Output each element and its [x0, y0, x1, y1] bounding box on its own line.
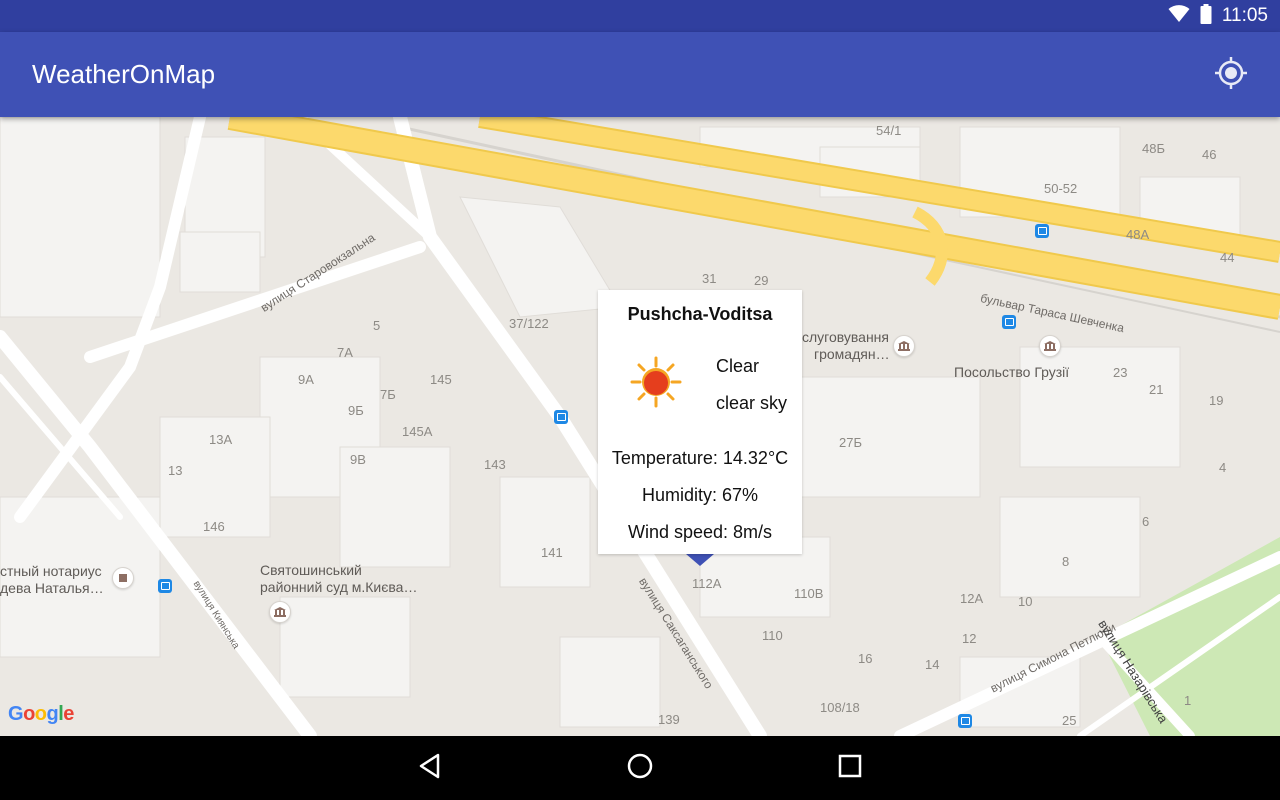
building-number: 19 — [1209, 393, 1224, 408]
location-name: Pushcha-Voditsa — [627, 304, 773, 324]
bus-stop-icon[interactable] — [1002, 315, 1016, 329]
building-number: 9А — [298, 372, 314, 387]
battery-icon — [1200, 4, 1212, 28]
bus-stop-icon[interactable] — [958, 714, 972, 728]
temperature-text: Temperature: 14.32°C — [611, 448, 789, 468]
building-number: 48Б — [1142, 141, 1165, 156]
building-number: 46 — [1202, 147, 1217, 162]
poi-label-service-line2: громадян… — [814, 346, 890, 362]
wind-speed-text: Wind speed: 8m/s — [627, 522, 773, 542]
building-number: 7А — [337, 345, 353, 360]
embassy-poi-icon[interactable] — [1039, 335, 1061, 357]
poi-label-notary-line2: дева Наталья… — [0, 580, 104, 596]
sun-icon — [630, 356, 682, 412]
building-number: 23 — [1113, 365, 1128, 380]
recents-icon — [838, 754, 862, 782]
google-logo: Google — [8, 703, 74, 726]
poi-label-notary-line1: стный нотариус — [0, 563, 102, 579]
google-logo-letter: e — [63, 703, 74, 725]
building-number: 13 — [168, 463, 183, 478]
location-marker-icon[interactable] — [686, 554, 714, 566]
building-number: 29 — [754, 273, 769, 288]
building-number: 12А — [960, 591, 984, 606]
building-number: 1 — [1184, 693, 1192, 708]
building-number: 110 — [762, 628, 783, 643]
app-title: WeatherOnMap — [32, 59, 216, 89]
building-number: 48А — [1126, 227, 1150, 242]
google-logo-letter: o — [23, 703, 35, 725]
building-number: 10 — [1018, 594, 1033, 609]
building-number: 143 — [484, 457, 506, 472]
poi-label-court-line2: районний суд м.Києва… — [260, 579, 418, 595]
building-number: 6 — [1142, 514, 1150, 529]
building-number: 5 — [373, 318, 381, 333]
status-time: 11:05 — [1221, 5, 1268, 26]
humidity-text: Humidity: 67% — [641, 485, 759, 505]
app-bar: WeatherOnMap — [0, 32, 1280, 117]
building-number: 31 — [702, 271, 717, 286]
building-number: 37/122 — [509, 316, 549, 331]
status-bar: 11:05 — [0, 0, 1280, 32]
building-number: 108/18 — [820, 700, 860, 715]
building-number: 9Б — [348, 403, 364, 418]
bus-stop-icon[interactable] — [1035, 224, 1049, 238]
building-number: 112А — [692, 576, 722, 591]
government-poi-icon[interactable] — [893, 335, 915, 357]
building-number: 12 — [962, 631, 977, 646]
back-icon — [418, 753, 442, 783]
building-number: 16 — [858, 651, 873, 666]
bus-stop-icon[interactable] — [554, 410, 568, 424]
building-number: 145 — [430, 372, 452, 387]
poi-label-embassy: Посольство Грузії — [954, 364, 1070, 380]
building-number: 4 — [1219, 460, 1227, 475]
building-number: 14 — [925, 657, 940, 672]
building-number: 139 — [658, 712, 680, 727]
building-number: 21 — [1149, 382, 1164, 397]
building-number: 110В — [794, 586, 824, 601]
google-logo-letter: o — [34, 703, 47, 725]
building-number: 27Б — [839, 435, 862, 450]
building-number: 145А — [402, 424, 433, 439]
google-logo-letter: G — [8, 703, 24, 725]
home-icon — [626, 752, 654, 784]
weather-description: clear sky — [716, 393, 788, 413]
building-number: 8 — [1062, 554, 1070, 569]
building-number: 7Б — [380, 387, 396, 402]
google-logo-letter: g — [46, 703, 59, 725]
weather-info-window[interactable]: Pushcha-Voditsa Clear clear sky Temperat… — [598, 290, 802, 554]
wifi-icon — [1168, 5, 1190, 27]
home-button[interactable] — [620, 748, 660, 788]
weather-main: Clear — [716, 356, 760, 376]
building-number: 44 — [1220, 250, 1235, 265]
back-button[interactable] — [410, 748, 450, 788]
navigation-bar — [0, 736, 1280, 800]
recents-button[interactable] — [830, 748, 870, 788]
my-location-icon — [1214, 56, 1248, 94]
building-number: 146 — [203, 519, 225, 534]
bus-stop-icon[interactable] — [158, 579, 172, 593]
notary-poi-icon[interactable] — [112, 567, 134, 589]
poi-label-service-line1: слуговування — [802, 329, 889, 345]
building-number: 50-52 — [1044, 181, 1078, 196]
building-number: 141 — [541, 545, 563, 560]
building-number: 54/1 — [876, 123, 902, 138]
my-location-button[interactable] — [1214, 56, 1248, 94]
building-number: 13А — [209, 432, 233, 447]
court-poi-icon[interactable] — [269, 601, 291, 623]
building-number: 25 — [1062, 713, 1077, 728]
poi-label-court-line1: Святошинський — [260, 562, 362, 578]
building-number: 9В — [350, 452, 366, 467]
